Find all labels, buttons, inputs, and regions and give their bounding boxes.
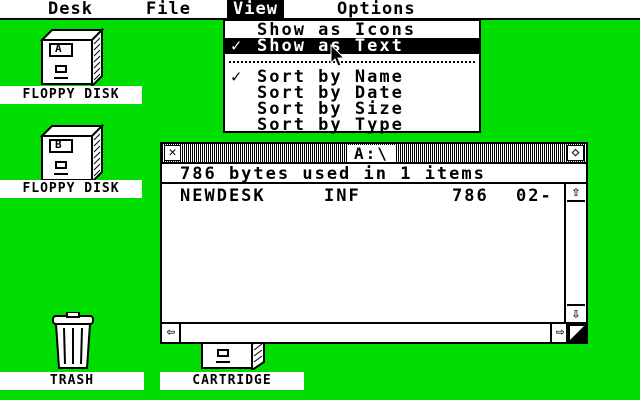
menu-item-label: Sort by Type [257,115,404,135]
menu-item-show-as-text[interactable]: ✓ Show as Text [225,36,479,56]
floppy-drive-icon[interactable]: B [38,122,105,186]
window-title-bar[interactable]: ✕ A:\ ◇ [162,144,586,164]
menu-bar: Desk File View Options [0,0,640,20]
window-info-line: 786 bytes used in 1 items [162,164,586,184]
resize-box-icon[interactable] [566,322,586,342]
menu-separator [229,61,475,63]
window-title: A:\ [348,145,395,162]
vertical-scrollbar[interactable]: ⇧ ⇩ [564,184,586,322]
drive-letter: A [55,42,62,55]
file-date: 02- [516,186,553,206]
full-box-icon[interactable]: ◇ [567,145,584,161]
checkmark-icon: ✓ [231,36,244,56]
file-ext: INF [324,186,361,206]
horizontal-scrollbar[interactable]: ⇦ ⇨ [162,322,568,342]
floppy-a-label[interactable]: FLOPPY DISK [0,86,142,104]
checkmark-icon: ✓ [231,67,244,87]
file-name: NEWDESK [180,186,266,206]
close-box-icon[interactable]: ✕ [164,145,181,161]
menu-options[interactable]: Options [337,0,416,19]
directory-window: ✕ A:\ ◇ 786 bytes used in 1 items NEWDES… [160,142,588,344]
floppy-b-label[interactable]: FLOPPY DISK [0,180,142,198]
cartridge-label[interactable]: CARTRIDGE [160,372,304,390]
scroll-up-arrow-icon[interactable]: ⇧ [567,184,585,202]
floppy-drive-icon[interactable]: A [38,26,105,90]
trash-label[interactable]: TRASH [0,372,144,390]
scroll-left-arrow-icon[interactable]: ⇦ [163,324,181,342]
trash-icon[interactable] [50,311,96,374]
menu-desk[interactable]: Desk [48,0,93,19]
mouse-pointer-icon [330,43,346,72]
menu-view[interactable]: View [227,0,284,19]
file-row[interactable]: NEWDESK INF 786 02- [162,186,566,206]
file-size: 786 [452,186,489,206]
menu-item-sort-by-type[interactable]: Sort by Type [225,115,479,135]
view-menu-dropdown: Show as Icons ✓ Show as Text ✓ Sort by N… [223,19,481,135]
scroll-down-arrow-icon[interactable]: ⇩ [567,304,585,322]
drive-letter: B [55,138,62,151]
menu-file[interactable]: File [146,0,191,19]
